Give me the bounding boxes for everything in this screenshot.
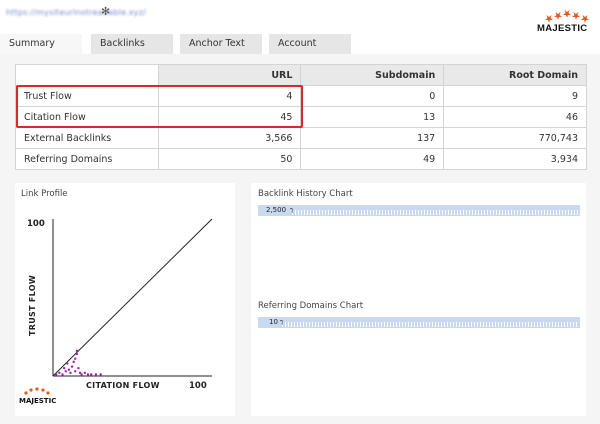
logo-star bbox=[563, 10, 571, 18]
referring-domains-bar bbox=[258, 317, 580, 328]
scatter-point bbox=[61, 373, 64, 376]
scatter-point bbox=[80, 373, 83, 376]
root-domain-value: 770,743 bbox=[443, 127, 587, 149]
logo-star bbox=[572, 12, 580, 20]
column-header-root-domain: Root Domain bbox=[443, 64, 587, 86]
column-header-blank bbox=[15, 64, 159, 86]
url-value: 4 bbox=[157, 85, 302, 107]
scatter-point bbox=[58, 371, 61, 375]
table-header-row: URL Subdomain Root Domain bbox=[15, 64, 587, 86]
backlink-history-marker-icon: ┐ bbox=[290, 205, 295, 213]
link-profile-logo: MAJESTIC bbox=[19, 386, 59, 408]
logo-stars-icon bbox=[24, 387, 50, 395]
tab-bar: Summary Backlinks Anchor Text Account bbox=[0, 34, 600, 54]
link-profile-title: Link Profile bbox=[21, 189, 68, 199]
backlink-history-bar bbox=[258, 205, 580, 216]
scatter-point bbox=[89, 373, 93, 376]
scatter-point bbox=[77, 366, 80, 370]
scatter-point bbox=[74, 370, 77, 373]
site-url[interactable]: https://mysiteurlnotreadable.xyz/ bbox=[6, 8, 146, 17]
scatter-point bbox=[99, 373, 102, 376]
logo-star bbox=[35, 387, 39, 391]
url-value: 50 bbox=[157, 148, 302, 170]
logo-stars-icon bbox=[545, 10, 589, 23]
table-row-trust-flow: Trust Flow 4 0 9 bbox=[15, 85, 587, 107]
column-header-url: URL bbox=[157, 64, 302, 86]
logo-star bbox=[46, 391, 50, 395]
scatter-point bbox=[69, 371, 72, 375]
referring-domains-value: 10 bbox=[269, 318, 278, 326]
diagonal-line bbox=[52, 218, 213, 377]
url-value: 3,566 bbox=[157, 127, 302, 149]
backlink-history-value: 2,500 bbox=[266, 206, 287, 214]
scatter-point bbox=[94, 373, 98, 376]
scatter-point bbox=[54, 373, 58, 376]
subdomain-value: 13 bbox=[300, 106, 445, 128]
x-axis-max-label: 100 bbox=[189, 381, 207, 391]
root-domain-value: 46 bbox=[443, 106, 587, 128]
row-label: Trust Flow bbox=[15, 85, 159, 107]
scatter-point bbox=[75, 349, 79, 353]
tab-anchor-text[interactable]: Anchor Text bbox=[180, 34, 262, 54]
logo-text: MAJESTIC bbox=[537, 23, 588, 34]
referring-domains-ticks bbox=[282, 322, 578, 327]
scatter-point bbox=[86, 373, 90, 376]
logo-star bbox=[581, 15, 589, 23]
scatter-point bbox=[70, 365, 74, 368]
table-row-referring-domains: Referring Domains 50 49 3,934 bbox=[15, 148, 587, 170]
row-label: Referring Domains bbox=[15, 148, 159, 170]
logo-star bbox=[24, 391, 28, 395]
logo-star bbox=[41, 388, 45, 392]
table-row-external-backlinks: External Backlinks 3,566 137 770,743 bbox=[15, 127, 587, 149]
gear-icon[interactable]: ✻ bbox=[101, 6, 113, 18]
backlink-history-ticks bbox=[292, 210, 578, 215]
referring-domains-chart-title: Referring Domains Chart bbox=[258, 301, 364, 311]
tab-account[interactable]: Account bbox=[269, 34, 351, 54]
scatter-point bbox=[64, 370, 67, 373]
column-header-subdomain: Subdomain bbox=[300, 64, 445, 86]
tab-backlinks[interactable]: Backlinks bbox=[91, 34, 173, 54]
scatter-point bbox=[75, 352, 79, 356]
logo-star bbox=[29, 388, 33, 392]
history-charts-card bbox=[251, 183, 586, 416]
scatter-point bbox=[72, 360, 75, 364]
summary-table: URL Subdomain Root Domain Trust Flow 4 0… bbox=[15, 64, 587, 170]
subdomain-value: 0 bbox=[300, 85, 445, 107]
link-profile-plot bbox=[52, 218, 213, 377]
url-value: 45 bbox=[157, 106, 302, 128]
subdomain-value: 137 bbox=[300, 127, 445, 149]
scatter-point bbox=[62, 366, 66, 370]
scatter-point bbox=[74, 357, 77, 360]
tab-summary[interactable]: Summary bbox=[0, 34, 82, 54]
row-label: Citation Flow bbox=[15, 106, 159, 128]
root-domain-value: 3,934 bbox=[443, 148, 587, 170]
x-axis-label: CITATION FLOW bbox=[86, 381, 160, 390]
backlink-history-title: Backlink History Chart bbox=[258, 189, 353, 199]
logo-star bbox=[545, 15, 553, 23]
logo-star bbox=[554, 12, 562, 20]
table-row-citation-flow: Citation Flow 45 13 46 bbox=[15, 106, 587, 128]
scatter-point bbox=[67, 368, 71, 371]
logo-text: MAJESTIC bbox=[19, 397, 57, 405]
root-domain-value: 9 bbox=[443, 85, 587, 107]
top-bar: https://mysiteurlnotreadable.xyz/ ✻ bbox=[0, 0, 600, 34]
row-label: External Backlinks bbox=[15, 127, 159, 149]
subdomain-value: 49 bbox=[300, 148, 445, 170]
referring-domains-marker-icon: ┐ bbox=[280, 317, 285, 325]
scatter-point bbox=[66, 362, 69, 365]
scatter-point bbox=[83, 371, 86, 375]
